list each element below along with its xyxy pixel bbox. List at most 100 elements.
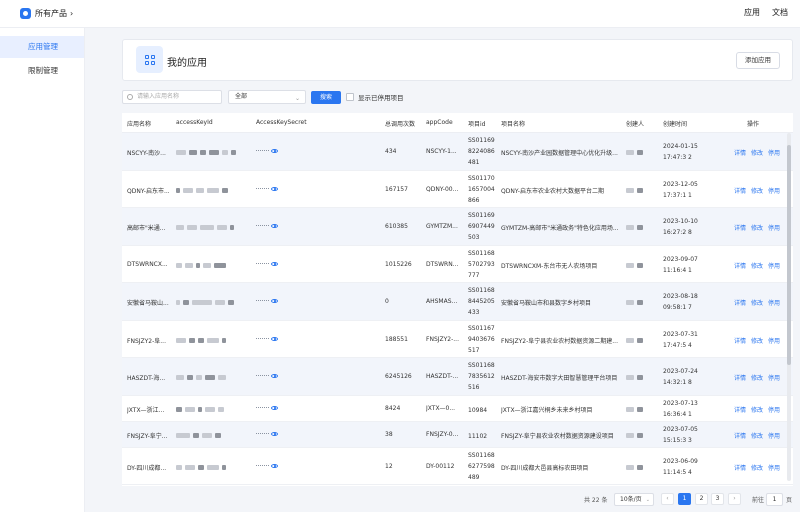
row-edit-link[interactable]: 修改: [751, 298, 763, 307]
cell-total-calls: 434: [385, 148, 397, 155]
row-edit-link[interactable]: 修改: [751, 261, 763, 270]
page-button-2[interactable]: 2: [695, 493, 708, 505]
row-disable-link[interactable]: 停用: [768, 405, 780, 414]
row-edit-link[interactable]: 修改: [751, 373, 763, 382]
eye-icon[interactable]: [271, 224, 278, 228]
row-disable-link[interactable]: 停用: [768, 431, 780, 440]
cell-access-key-secret: [256, 224, 278, 228]
cell-app-code: DY-00112: [426, 463, 455, 470]
search-button[interactable]: 搜索: [311, 91, 341, 104]
next-page-button[interactable]: ›: [728, 493, 741, 505]
filter-bar: 请输入应用名称 全部 ⌄ 搜索 显示已停用项目: [122, 90, 422, 106]
prev-page-button[interactable]: ‹: [661, 493, 674, 505]
cell-created-at: 2023-08-18 09:58:1 7: [663, 293, 698, 311]
column-header-access-key-id: accessKeyId: [176, 119, 213, 126]
cell-app-name: 安徽省马鞍山...: [127, 300, 169, 307]
cell-access-key-id-redacted: [176, 149, 236, 155]
cell-created-at: 2023-12-05 17:37:1 1: [663, 181, 698, 199]
row-disable-link[interactable]: 停用: [768, 373, 780, 382]
column-header-project-id: 项目id: [468, 121, 486, 128]
cell-access-key-id-redacted: [176, 187, 228, 193]
cell-app-name: DY-四川成都...: [127, 465, 167, 472]
row-edit-link[interactable]: 修改: [751, 148, 763, 157]
row-disable-link[interactable]: 停用: [768, 261, 780, 270]
row-edit-link[interactable]: 修改: [751, 431, 763, 440]
row-detail-link[interactable]: 详情: [734, 298, 746, 307]
eye-icon[interactable]: [271, 299, 278, 303]
row-edit-link[interactable]: 修改: [751, 223, 763, 232]
table-row: JXTX—浙江... 8424 JXTX—0... 10984 JXTX—浙江嘉兴桐乡未…: [122, 396, 793, 422]
scrollbar-thumb[interactable]: [787, 145, 791, 365]
eye-icon[interactable]: [271, 337, 278, 341]
add-app-button[interactable]: 添加应用: [736, 52, 780, 69]
page-title: 我的应用: [167, 58, 207, 69]
cell-project-id: SS01170 1657004 866: [468, 175, 495, 204]
page-button-1[interactable]: 1: [678, 493, 691, 505]
nav-docs[interactable]: 文档: [772, 7, 788, 18]
sidebar-item-app-management[interactable]: 应用管理: [0, 36, 84, 58]
show-stopped-checkbox[interactable]: [346, 93, 354, 101]
row-disable-link[interactable]: 停用: [768, 463, 780, 472]
cell-creator-redacted: [626, 224, 643, 230]
row-disable-link[interactable]: 停用: [768, 223, 780, 232]
masked-secret: [256, 338, 269, 340]
chevron-down-icon: ⌄: [645, 497, 650, 503]
row-edit-link[interactable]: 修改: [751, 336, 763, 345]
row-edit-link[interactable]: 修改: [751, 186, 763, 195]
page-button-3[interactable]: 3: [711, 493, 724, 505]
search-input[interactable]: 请输入应用名称: [122, 90, 222, 104]
sidebar-item-limit-management[interactable]: 限制管理: [0, 60, 84, 82]
cell-project-id: 11102: [468, 433, 488, 440]
show-stopped-toggle[interactable]: 显示已停用项目: [346, 90, 404, 104]
table-scrollbar[interactable]: [787, 133, 791, 481]
cell-app-code: JXTX—0...: [426, 405, 456, 412]
row-actions: 详情 修改 停用: [734, 373, 780, 382]
goto-page-input[interactable]: 1: [766, 493, 783, 506]
goto-suffix: 页: [786, 497, 793, 504]
row-detail-link[interactable]: 详情: [734, 463, 746, 472]
row-actions: 详情 修改 停用: [734, 261, 780, 270]
row-detail-link[interactable]: 详情: [734, 405, 746, 414]
row-disable-link[interactable]: 停用: [768, 298, 780, 307]
row-detail-link[interactable]: 详情: [734, 148, 746, 157]
status-select[interactable]: 全部 ⌄: [228, 90, 306, 104]
eye-icon[interactable]: [271, 187, 278, 191]
cell-access-key-secret: [256, 337, 278, 341]
row-detail-link[interactable]: 详情: [734, 186, 746, 195]
cell-creator-redacted: [626, 262, 643, 268]
cell-project-id: SS01168 7835612 516: [468, 362, 495, 391]
page-size-select[interactable]: 10条/页 ⌄: [614, 493, 654, 506]
cell-project-name: DTSWRNCXM-东台市无人农场项目: [501, 263, 598, 270]
table-row: FNSJZY-阜宁... 38 FNSJZY-0... 11102 FNSJZY-阜宁县…: [122, 422, 793, 448]
masked-secret: [256, 407, 269, 409]
eye-icon[interactable]: [271, 464, 278, 468]
row-edit-link[interactable]: 修改: [751, 405, 763, 414]
product-switcher[interactable]: 所有产品 ›: [35, 8, 73, 19]
pagination-total: 共 22 条: [584, 497, 608, 504]
search-placeholder: 请输入应用名称: [137, 93, 180, 100]
eye-icon[interactable]: [271, 262, 278, 266]
cell-created-at: 2024-01-15 17:47:3 2: [663, 143, 698, 161]
cell-total-calls: 610385: [385, 223, 408, 230]
row-actions: 详情 修改 停用: [734, 336, 780, 345]
row-detail-link[interactable]: 详情: [734, 223, 746, 232]
cell-app-code: HASZDT-...: [426, 373, 459, 380]
row-detail-link[interactable]: 详情: [734, 261, 746, 270]
row-detail-link[interactable]: 详情: [734, 431, 746, 440]
row-disable-link[interactable]: 停用: [768, 186, 780, 195]
row-edit-link[interactable]: 修改: [751, 463, 763, 472]
eye-icon[interactable]: [271, 406, 278, 410]
eye-icon[interactable]: [271, 149, 278, 153]
row-detail-link[interactable]: 详情: [734, 373, 746, 382]
goto-label: 前往: [752, 497, 765, 504]
eye-icon[interactable]: [271, 374, 278, 378]
eye-icon[interactable]: [271, 432, 278, 436]
row-disable-link[interactable]: 停用: [768, 336, 780, 345]
row-detail-link[interactable]: 详情: [734, 336, 746, 345]
nav-apps[interactable]: 应用: [744, 7, 760, 18]
masked-secret: [256, 188, 269, 190]
cell-creator-redacted: [626, 299, 643, 305]
cell-project-name: HASZDT-海安市数字大田智慧管理平台项目: [501, 375, 618, 382]
product-switcher-label: 所有产品: [35, 9, 67, 18]
row-disable-link[interactable]: 停用: [768, 148, 780, 157]
